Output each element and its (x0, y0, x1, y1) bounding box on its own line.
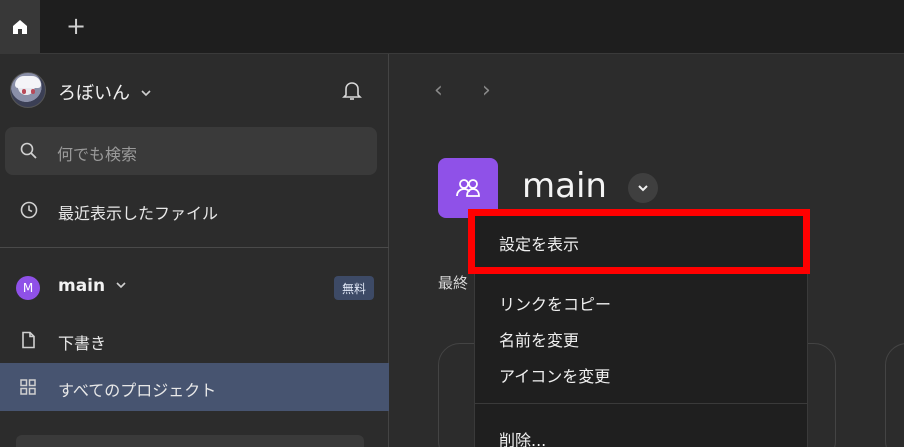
sidebar: ろぼいん 何でも検索 最近表示したファイル M main 無料 下書き すべての… (0, 54, 389, 447)
search-placeholder: 何でも検索 (57, 145, 138, 164)
home-icon (13, 20, 27, 34)
last-modified-label: 最終 (438, 274, 469, 292)
sidebar-item-label: すべてのプロジェクト (58, 381, 217, 400)
plus-icon: + (65, 12, 87, 40)
back-arrow-icon[interactable]: ‹ (434, 78, 443, 103)
team-options-button[interactable] (628, 173, 658, 203)
tab-bar: + (0, 0, 904, 54)
recent-files-item[interactable]: 最近表示したファイル (0, 190, 389, 230)
page-title: main (522, 166, 607, 206)
add-tab-button[interactable]: + (60, 10, 92, 42)
menu-item-change-icon[interactable]: アイコンを変更 (499, 363, 610, 387)
user-name: ろぼいん (58, 83, 130, 104)
sidebar-divider (0, 247, 389, 248)
search-input[interactable]: 何でも検索 (5, 127, 377, 175)
recent-files-label: 最近表示したファイル (58, 204, 219, 223)
forward-arrow-icon[interactable]: › (482, 78, 491, 103)
clock-icon (20, 201, 38, 219)
plan-badge: 無料 (334, 276, 375, 300)
file-icon (22, 331, 35, 349)
team-users-icon (456, 179, 480, 197)
sidebar-bottom-panel (16, 435, 364, 447)
highlight-box (468, 209, 810, 274)
menu-item-delete[interactable]: 削除... (499, 427, 546, 447)
bell-icon[interactable] (340, 78, 364, 102)
home-tab[interactable] (0, 0, 40, 54)
grid-icon (20, 379, 36, 395)
team-name: main (58, 276, 106, 296)
chevron-down-icon (141, 90, 151, 97)
sidebar-item-label: 下書き (58, 334, 107, 353)
chevron-down-icon (638, 185, 648, 192)
sidebar-item-drafts[interactable]: 下書き (0, 316, 389, 364)
sidebar-item-all-projects[interactable]: すべてのプロジェクト (0, 363, 389, 411)
menu-item-copy-link[interactable]: リンクをコピー (499, 291, 611, 315)
avatar (10, 72, 46, 108)
search-icon (20, 142, 37, 159)
user-menu[interactable]: ろぼいん (10, 70, 380, 110)
menu-divider (475, 403, 807, 404)
team-initial-badge: M (16, 276, 40, 300)
project-card[interactable] (885, 343, 904, 447)
chevron-down-icon (116, 282, 126, 289)
team-switcher[interactable]: M main 無料 (0, 267, 389, 307)
menu-item-rename[interactable]: 名前を変更 (499, 327, 579, 351)
